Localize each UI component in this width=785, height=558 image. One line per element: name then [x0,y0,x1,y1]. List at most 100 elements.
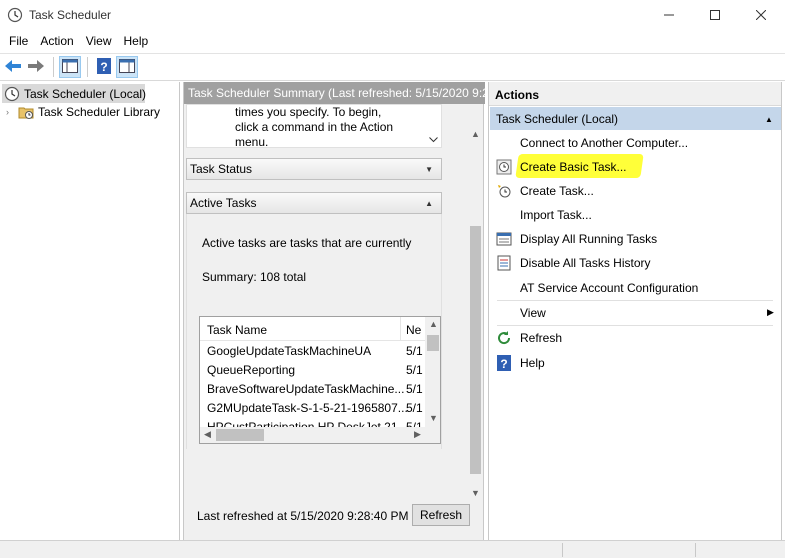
menu-action[interactable]: Action [34,34,79,48]
active-tasks-description: Active tasks are tasks that are currentl… [202,236,412,250]
tree-library-label: Task Scheduler Library [38,104,161,119]
submenu-arrow-icon: ▶ [767,307,774,317]
menu-file[interactable]: File [3,34,34,48]
scroll-left-icon[interactable]: ◀ [204,429,211,440]
column-divider[interactable] [400,317,401,341]
action-refresh[interactable]: Refresh [489,326,781,350]
refresh-button[interactable]: Refresh [412,504,470,526]
expand-chevron-icon[interactable]: › [6,107,18,117]
actions-title: Actions [489,82,781,106]
summary-horizontal-scrollbar[interactable]: ◀ ▶ [184,501,468,502]
summary-pane: Task Scheduler Summary (Last refreshed: … [183,82,485,540]
table-cell-next-run: 5/1 [406,401,423,415]
action-view[interactable]: View ▶ [489,301,781,325]
action-disable-all-tasks-history[interactable]: Disable All Tasks History [489,251,781,275]
scrollbar-thumb[interactable] [470,226,481,474]
running-tasks-icon [496,231,512,247]
active-tasks-body: Active tasks are tasks that are currentl… [186,214,442,449]
tasks-history-icon [496,255,512,271]
scroll-up-icon[interactable]: ▲ [429,319,438,329]
folder-clock-icon [18,104,34,120]
tree-root-label: Task Scheduler (Local) [24,86,147,101]
back-arrow-icon [4,59,22,76]
menu-bar: File Action View Help [0,30,785,52]
column-header-task-name[interactable]: Task Name [207,323,267,337]
close-button[interactable] [738,0,784,30]
forward-button[interactable] [25,56,47,78]
table-horizontal-scrollbar[interactable]: ◀ ▶ [200,427,440,443]
summary-vertical-scrollbar[interactable]: ▲ ▼ [468,126,483,502]
tree-item-task-scheduler-library[interactable]: › Task Scheduler Library [6,102,160,121]
action-pane-icon [119,58,135,76]
active-tasks-label: Active Tasks [190,196,257,210]
toolbar-separator [87,57,88,77]
status-bar-divider [695,543,696,557]
scrollbar-thumb[interactable] [216,429,264,441]
help-icon: ? [496,355,512,371]
show-hide-action-pane-button[interactable] [116,56,138,78]
action-display-all-running-tasks[interactable]: Display All Running Tasks [489,227,781,251]
table-row[interactable]: GoogleUpdateTaskMachineUA [207,344,371,363]
summary-header: Task Scheduler Summary (Last refreshed: … [184,82,485,104]
tree-item-task-scheduler-local[interactable]: Task Scheduler (Local) [2,84,147,103]
action-import-task[interactable]: Import Task... [489,203,781,227]
create-task-icon [496,183,512,199]
toolbar-separator [53,57,54,77]
help-icon: ? [97,57,111,77]
action-at-service-account-configuration[interactable]: AT Service Account Configuration [489,276,781,300]
help-toolbar-button[interactable]: ? [93,56,115,78]
scroll-down-icon[interactable]: ▼ [471,488,480,498]
expand-caret-icon: ▼ [425,164,433,174]
show-hide-console-tree-button[interactable] [59,56,81,78]
console-tree: Task Scheduler (Local) › Task Scheduler … [0,82,180,540]
console-tree-icon [62,58,78,76]
maximize-button[interactable] [692,0,738,30]
toolbar: ? [0,53,785,81]
status-bar [0,540,785,558]
title-bar: Task Scheduler [0,0,785,30]
svg-text:?: ? [100,60,107,74]
minimize-button[interactable] [646,0,692,30]
svg-text:?: ? [500,357,507,371]
column-header-next-run[interactable]: Ne [406,323,421,337]
active-tasks-table: Task Name Ne GoogleUpdateTaskMachineUA 5… [199,316,441,444]
table-row[interactable]: QueueReporting [207,363,295,382]
window-title: Task Scheduler [29,8,112,22]
last-refreshed-text: Last refreshed at 5/15/2020 9:28:40 PM [197,509,409,523]
menu-view[interactable]: View [80,34,118,48]
scroll-right-icon[interactable]: ▶ [414,429,421,440]
action-connect-to-another-computer[interactable]: Connect to Another Computer... [489,131,781,155]
overview-section: times you specify. To begin, click a com… [186,104,442,148]
menu-help[interactable]: Help [118,34,155,48]
collapse-caret-icon: ▲ [765,115,773,124]
active-tasks-section-header[interactable]: Active Tasks ▲ [186,192,442,214]
back-button[interactable] [2,56,24,78]
summary-scroll-area: times you specify. To begin, click a com… [184,104,484,502]
create-basic-task-icon [496,159,512,175]
active-tasks-summary: Summary: 108 total [202,270,307,284]
task-status-label: Task Status [190,162,253,176]
actions-group-header[interactable]: Task Scheduler (Local) ▲ [490,107,781,130]
forward-arrow-icon [27,59,45,76]
task-status-section-header[interactable]: Task Status ▼ [186,158,442,180]
table-cell-next-run: 5/1 [406,344,423,358]
table-row[interactable]: BraveSoftwareUpdateTaskMachine... [207,382,404,401]
table-vertical-scrollbar[interactable]: ▲ ▼ [425,317,440,427]
scrollbar-thumb[interactable] [427,335,439,351]
table-row[interactable]: G2MUpdateTask-S-1-5-21-1965807... [207,401,408,420]
task-scheduler-window: Task Scheduler File Action View Help ? T… [0,0,785,558]
action-create-basic-task[interactable]: Create Basic Task... [489,154,781,179]
overview-text: times you specify. To begin, click a com… [235,105,394,148]
actions-group-label: Task Scheduler (Local) [496,112,619,126]
collapse-caret-icon: ▲ [425,198,433,208]
scroll-up-icon[interactable]: ▲ [471,129,480,139]
action-create-task[interactable]: Create Task... [489,179,781,203]
overview-scroll-down-icon[interactable] [429,135,438,146]
table-cell-next-run: 5/1 [406,363,423,377]
task-scheduler-clock-icon [7,7,23,23]
actions-pane: Actions Task Scheduler (Local) ▲ Connect… [488,82,782,540]
clock-icon [4,86,20,102]
status-bar-divider [562,543,563,557]
action-help[interactable]: ? Help [489,351,781,375]
scroll-down-icon[interactable]: ▼ [429,413,438,423]
